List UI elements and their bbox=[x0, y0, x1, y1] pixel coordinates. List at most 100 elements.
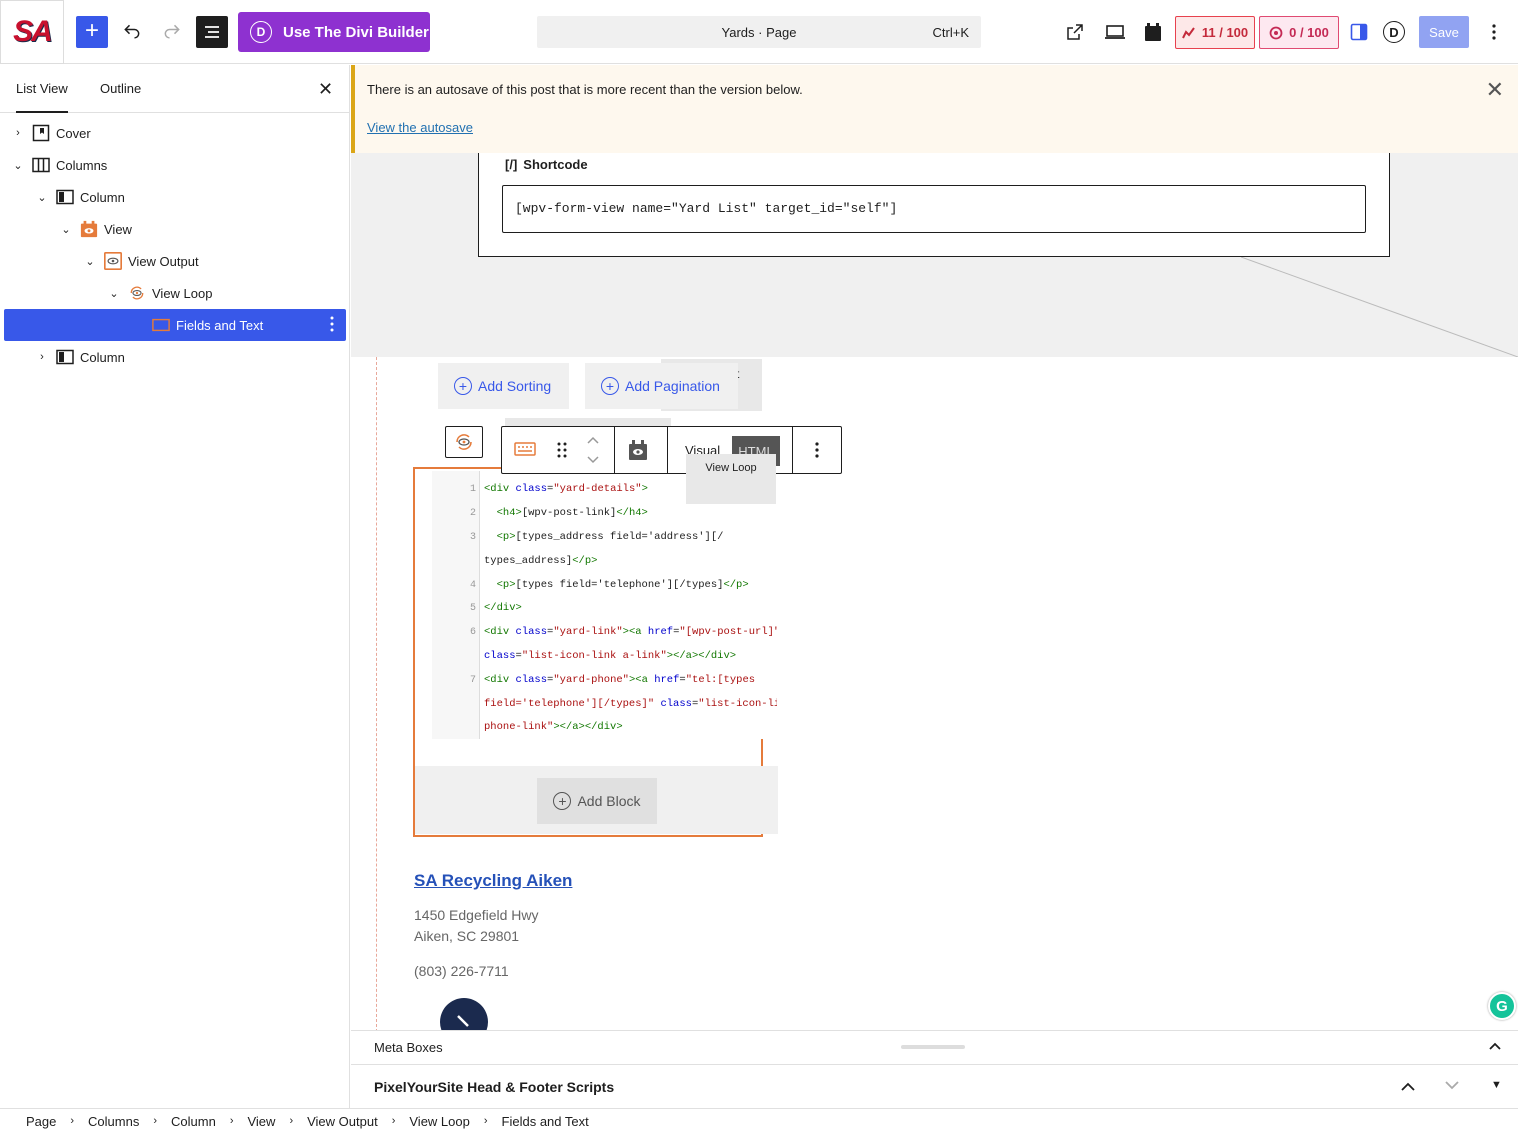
chevron-down-icon[interactable]: ⌄ bbox=[10, 159, 26, 172]
preview-device-button[interactable] bbox=[1099, 16, 1131, 48]
site-logo[interactable]: SA bbox=[0, 0, 64, 64]
external-link-icon bbox=[1067, 24, 1083, 40]
move-panel-up-button[interactable] bbox=[1400, 1080, 1416, 1095]
breadcrumb-item[interactable]: Columns bbox=[88, 1114, 139, 1129]
list-item-cover[interactable]: › Cover bbox=[4, 117, 346, 149]
view-loop-tooltip: View Loop bbox=[686, 454, 776, 504]
view-loop-block-icon bbox=[128, 284, 146, 302]
options-button[interactable] bbox=[1478, 16, 1510, 48]
seo-score: 11 / 100 bbox=[1201, 25, 1249, 40]
column-block-icon bbox=[56, 348, 74, 366]
code-line: <h4>[wpv-post-link]</h4> bbox=[496, 507, 648, 519]
breadcrumb-item[interactable]: View bbox=[247, 1114, 275, 1129]
list-view-sidebar: List View Outline ✕ › Cover ⌄ Columns ⌄ … bbox=[0, 65, 350, 1108]
toolset-button[interactable] bbox=[1137, 16, 1169, 48]
list-item-column[interactable]: ⌄ Column bbox=[4, 181, 346, 213]
list-item-label: Column bbox=[80, 189, 125, 205]
column-block-icon bbox=[56, 188, 74, 206]
block-inserter-button[interactable]: + bbox=[76, 16, 108, 48]
fields-and-text-toolbar-button[interactable] bbox=[514, 440, 536, 461]
yard-phone: (803) 226-7711 bbox=[414, 963, 509, 979]
toggle-panel-button[interactable]: ▼ bbox=[1491, 1079, 1502, 1091]
view-settings-button[interactable] bbox=[628, 439, 648, 464]
keyboard-icon bbox=[514, 442, 536, 456]
divi-profile-button[interactable]: D bbox=[1378, 16, 1410, 48]
shortcode-block[interactable]: [/] Shortcode [wpv-form-view name="Yard L… bbox=[478, 153, 1390, 257]
breadcrumb-item[interactable]: View Output bbox=[307, 1114, 378, 1129]
code-editor[interactable]: 1 2 3 4 5 6 7 <div class="yard-details">… bbox=[432, 471, 777, 739]
dismiss-notice-button[interactable]: ✕ bbox=[1486, 77, 1504, 103]
breadcrumb-item[interactable]: View Loop bbox=[409, 1114, 469, 1129]
drag-handle[interactable] bbox=[556, 441, 568, 462]
fields-and-text-block-icon bbox=[152, 316, 170, 334]
add-pagination-button[interactable]: + Add Pagination bbox=[585, 363, 738, 409]
grammarly-button[interactable]: G bbox=[1488, 992, 1516, 1020]
chevron-right-icon: › bbox=[70, 1115, 75, 1127]
settings-sidebar-button[interactable] bbox=[1343, 16, 1375, 48]
meta-boxes-title: Meta Boxes bbox=[374, 1040, 443, 1055]
view-page-button[interactable] bbox=[1059, 16, 1091, 48]
use-divi-builder-button[interactable]: D Use The Divi Builder bbox=[238, 12, 430, 52]
close-icon: ✕ bbox=[318, 79, 334, 99]
code-line: <p>[types_address field='address'][/ bbox=[496, 531, 724, 543]
chevron-right-icon[interactable]: › bbox=[34, 351, 50, 363]
plus-circle-icon: + bbox=[553, 792, 572, 810]
list-item-view-output[interactable]: ⌄ View Output bbox=[4, 245, 346, 277]
list-item-label: View Loop bbox=[152, 285, 213, 301]
chevron-down-icon[interactable]: ⌄ bbox=[106, 287, 122, 300]
chevron-down-icon[interactable]: ⌄ bbox=[82, 255, 98, 268]
document-overview-button[interactable] bbox=[196, 16, 228, 48]
redo-button[interactable] bbox=[156, 16, 188, 48]
list-item-fields-and-text[interactable]: Fields and Text bbox=[4, 309, 346, 341]
shortcode-label: [/] Shortcode bbox=[505, 157, 588, 172]
close-sidebar-button[interactable]: ✕ bbox=[318, 79, 333, 100]
resize-handle[interactable] bbox=[901, 1045, 965, 1049]
sidebar-icon bbox=[1350, 23, 1368, 41]
column-boundary bbox=[376, 357, 377, 1030]
toggle-meta-boxes-button[interactable] bbox=[1488, 1039, 1502, 1054]
block-options-button[interactable] bbox=[330, 316, 334, 335]
yard-address-line-1: 1450 Edgefield Hwy bbox=[414, 907, 539, 923]
link-icon bbox=[457, 1015, 469, 1027]
save-button[interactable]: Save bbox=[1419, 16, 1469, 48]
seo-icon bbox=[1181, 26, 1195, 38]
chevron-up-icon bbox=[1489, 1042, 1501, 1050]
view-loop-icon bbox=[456, 434, 472, 450]
readability-icon bbox=[1269, 26, 1283, 39]
list-item-label: Fields and Text bbox=[176, 317, 264, 333]
move-up-button[interactable] bbox=[586, 433, 600, 448]
readability-score-badge[interactable]: 0 / 100 bbox=[1259, 16, 1339, 49]
seo-score-badge[interactable]: 11 / 100 bbox=[1175, 16, 1255, 49]
list-item-columns[interactable]: ⌄ Columns bbox=[4, 149, 346, 181]
yard-title-link[interactable]: SA Recycling Aiken bbox=[414, 871, 572, 891]
add-sorting-button[interactable]: + Add Sorting bbox=[438, 363, 569, 409]
laptop-icon bbox=[1105, 25, 1125, 39]
chevron-right-icon[interactable]: › bbox=[10, 127, 26, 139]
columns-block-icon bbox=[32, 156, 50, 174]
command-palette-button[interactable]: Yards · Page Ctrl+K bbox=[537, 16, 981, 48]
tab-list-view[interactable]: List View bbox=[16, 65, 68, 113]
breadcrumb-item[interactable]: Page bbox=[26, 1114, 56, 1129]
toolbar-shadow bbox=[505, 418, 671, 426]
chevron-down-icon[interactable]: ⌄ bbox=[34, 191, 50, 204]
breadcrumb-item[interactable]: Column bbox=[171, 1114, 216, 1129]
list-item-view-loop[interactable]: ⌄ View Loop bbox=[4, 277, 346, 309]
view-autosave-link[interactable]: View the autosave bbox=[367, 120, 473, 135]
shortcode-input[interactable]: [wpv-form-view name="Yard List" target_i… bbox=[502, 185, 1366, 233]
more-options-button[interactable] bbox=[815, 442, 819, 461]
code-line: <p>[types field='telephone'][/types]</p> bbox=[496, 579, 749, 591]
undo-button[interactable] bbox=[116, 16, 148, 48]
chevron-down-icon[interactable]: ⌄ bbox=[58, 223, 74, 236]
select-parent-button[interactable] bbox=[445, 426, 483, 458]
yard-link-icon[interactable] bbox=[440, 998, 488, 1030]
move-down-button[interactable] bbox=[586, 453, 600, 468]
add-block-button[interactable]: + Add Block bbox=[537, 778, 657, 824]
tab-outline[interactable]: Outline bbox=[100, 65, 141, 113]
autosave-notice: There is an autosave of this post that i… bbox=[351, 65, 1518, 153]
pixelyoursite-panel[interactable]: PixelYourSite Head & Footer Scripts ▼ bbox=[351, 1064, 1518, 1108]
move-panel-down-button[interactable] bbox=[1444, 1080, 1460, 1095]
list-item-view[interactable]: ⌄ View bbox=[4, 213, 346, 245]
chevron-right-icon: › bbox=[153, 1115, 158, 1127]
list-item-column-2[interactable]: › Column bbox=[4, 341, 346, 373]
readability-score: 0 / 100 bbox=[1289, 25, 1329, 40]
